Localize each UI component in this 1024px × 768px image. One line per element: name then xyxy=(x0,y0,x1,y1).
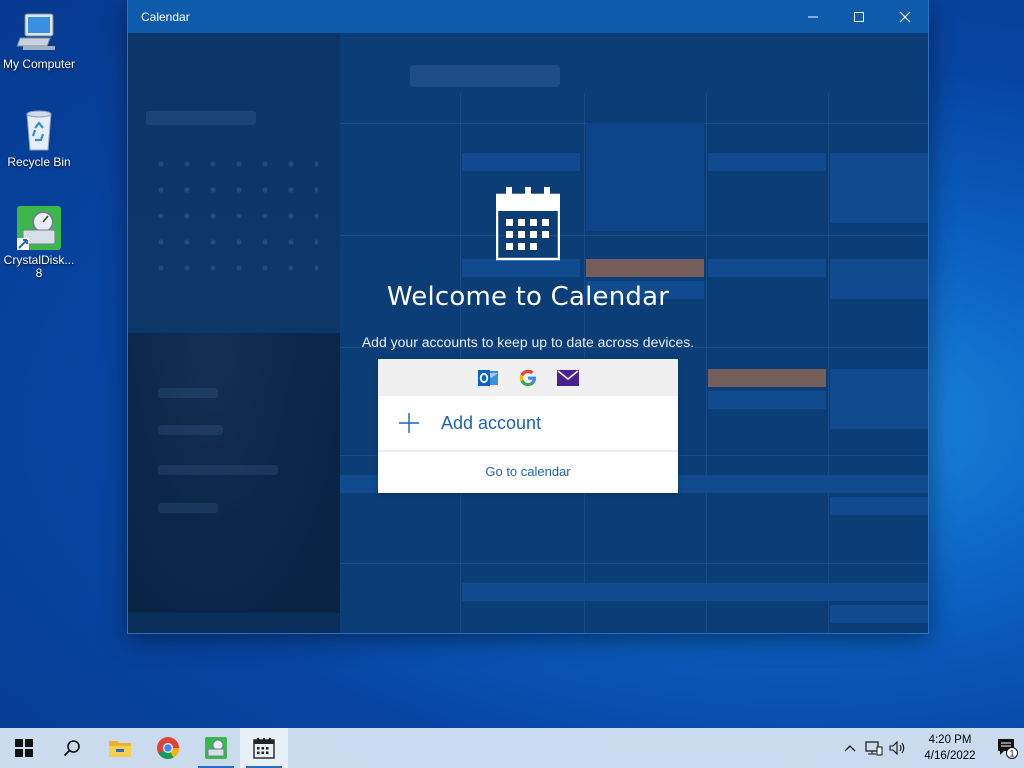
close-icon xyxy=(899,11,911,22)
calendar-icon xyxy=(496,187,560,261)
clock-time: 4:20 PM xyxy=(928,734,972,746)
computer-icon xyxy=(15,8,63,56)
go-to-calendar-link[interactable]: Go to calendar xyxy=(378,452,678,491)
desktop-icon-label: CrystalDisk... 8 xyxy=(3,253,75,280)
file-explorer-icon xyxy=(109,741,131,757)
taskbar-file-explorer[interactable] xyxy=(96,728,144,768)
search-button[interactable] xyxy=(48,728,96,768)
account-providers xyxy=(378,359,678,396)
notification-icon: 1 xyxy=(998,739,1018,759)
crystaldisk-icon xyxy=(15,204,63,252)
start-button[interactable] xyxy=(0,728,48,768)
calendar-window: Calendar Welcome to Calendar Add your ac… xyxy=(128,0,928,633)
mail-icon xyxy=(557,367,579,389)
account-card: Add account Go to calendar xyxy=(378,359,678,493)
taskbar-chrome[interactable] xyxy=(144,728,192,768)
desktop-icon-my-computer[interactable]: My Computer xyxy=(0,8,78,71)
google-icon xyxy=(517,367,539,389)
volume-button[interactable] xyxy=(886,728,910,768)
show-hidden-icons-button[interactable] xyxy=(838,728,862,768)
minimize-button[interactable] xyxy=(790,0,836,33)
add-account-label: Add account xyxy=(441,412,542,433)
search-icon xyxy=(63,740,80,757)
taskbar-crystaldisk[interactable] xyxy=(192,728,240,768)
welcome-subtitle: Add your accounts to keep up to date acr… xyxy=(361,334,695,350)
welcome-heading: Welcome to Calendar xyxy=(386,282,670,312)
close-button[interactable] xyxy=(882,0,928,33)
taskbar: 4:20 PM 4/16/2022 1 xyxy=(0,728,1024,768)
start-icon xyxy=(15,739,33,757)
clock-date: 4/16/2022 xyxy=(924,750,976,762)
maximize-button[interactable] xyxy=(836,0,882,33)
minimize-icon xyxy=(808,16,818,17)
plus-icon xyxy=(399,413,419,433)
calendar-icon xyxy=(253,738,275,759)
maximize-icon xyxy=(854,11,864,22)
crystaldisk-icon xyxy=(205,737,227,759)
volume-icon xyxy=(889,740,905,756)
desktop-icon-crystaldisk[interactable]: CrystalDisk... 8 xyxy=(0,204,78,280)
action-center-button[interactable]: 1 xyxy=(990,728,1024,768)
chevron-up-icon xyxy=(844,745,856,752)
chrome-icon xyxy=(157,737,179,759)
window-title: Calendar xyxy=(141,9,190,24)
add-account-button[interactable]: Add account xyxy=(378,396,678,452)
overlay-scrim xyxy=(128,33,928,633)
clock[interactable]: 4:20 PM 4/16/2022 xyxy=(910,732,990,764)
taskbar-calendar[interactable] xyxy=(240,728,288,768)
desktop-icon-label: My Computer xyxy=(2,57,76,71)
network-button[interactable] xyxy=(862,728,886,768)
outlook-icon xyxy=(477,367,499,389)
system-tray: 4:20 PM 4/16/2022 1 xyxy=(838,728,1024,768)
notification-count: 1 xyxy=(1009,749,1014,759)
recycle-bin-icon xyxy=(15,106,63,154)
desktop-icon-recycle-bin[interactable]: Recycle Bin xyxy=(0,106,78,169)
title-bar[interactable]: Calendar xyxy=(128,0,928,33)
desktop-icon-label: Recycle Bin xyxy=(7,155,71,169)
network-icon xyxy=(865,741,883,756)
